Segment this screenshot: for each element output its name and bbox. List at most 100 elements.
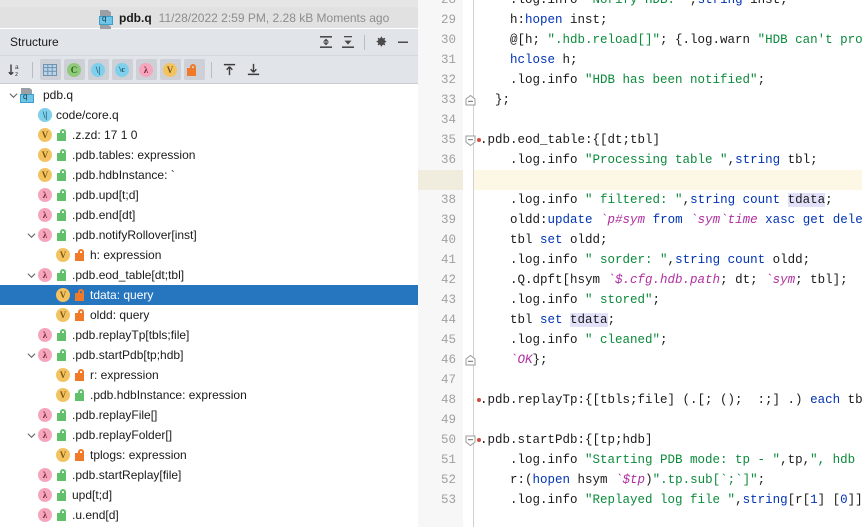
settings-button[interactable] (370, 31, 392, 53)
filter-variable-button[interactable]: V (159, 59, 181, 80)
chevron-down-icon[interactable] (24, 225, 38, 245)
tree-node[interactable]: Vh: expression (0, 245, 418, 265)
line-number[interactable]: 40 (418, 230, 456, 250)
code-line[interactable]: .log.info " cleaned"; (480, 330, 668, 350)
tree-node[interactable]: λ .pdb.replayFile[] (0, 405, 418, 425)
code-line[interactable]: .log.info " stored"; (480, 290, 660, 310)
line-number[interactable]: 47 (418, 370, 456, 390)
code-line[interactable]: oldd:update `p#sym from `sym`time xasc g… (480, 210, 862, 230)
line-number[interactable]: 44 (418, 310, 456, 330)
tree-node[interactable]: pdb.q (0, 85, 418, 105)
code-line[interactable]: .log.info "Processing table ",string tbl… (480, 150, 818, 170)
fold-start-icon[interactable] (464, 430, 477, 450)
tree-node[interactable]: V .z.zd: 17 1 0 (0, 125, 418, 145)
fold-end-icon[interactable] (464, 350, 477, 370)
code-line[interactable]: .log.info " sorder: ",string count oldd; (480, 250, 810, 270)
sort-alphabetically-button[interactable]: a z (5, 59, 26, 80)
line-number[interactable]: 32 (418, 70, 456, 90)
code-editor[interactable]: 2829303132333435363738394041424344454647… (418, 0, 862, 527)
line-number[interactable]: 48 (418, 390, 456, 410)
filter-tables-button[interactable] (39, 59, 61, 80)
tree-node[interactable]: λ .pdb.startPdb[tp;hdb] (0, 345, 418, 365)
lambda-badge-icon: λ (38, 228, 52, 242)
tree-node[interactable]: λ .pdb.replayTp[tbls;file] (0, 325, 418, 345)
code-line[interactable]: h:hopen inst; (480, 10, 608, 30)
structure-tree[interactable]: pdb.q \| code/core.q V .z.zd: 17 1 0 V .pdb.ta… (0, 84, 418, 527)
tree-node[interactable]: Vtdata: query (0, 285, 418, 305)
line-number[interactable]: 33 (418, 90, 456, 110)
filter-load-button[interactable]: \| (87, 59, 109, 80)
tree-node[interactable]: V .pdb.hdbInstance: ` (0, 165, 418, 185)
code-line[interactable]: .pdb.replayTp:{[tbls;file] (.[; (); :;] … (480, 390, 862, 410)
code-line[interactable]: .log.info " filtered: ",string count tda… (480, 190, 833, 210)
tree-node[interactable]: λ .pdb.startReplay[file] (0, 465, 418, 485)
code-line[interactable]: tbl set oldd; (480, 230, 608, 250)
line-number[interactable]: 35 (418, 130, 456, 150)
line-number[interactable]: 52 (418, 470, 456, 490)
tree-node[interactable]: λ .pdb.end[dt] (0, 205, 418, 225)
line-number[interactable]: 36 (418, 150, 456, 170)
editor-gutter[interactable]: 2829303132333435363738394041424344454647… (418, 0, 463, 527)
code-line[interactable]: }; (480, 90, 510, 110)
line-number[interactable]: 41 (418, 250, 456, 270)
tree-node[interactable]: λ .pdb.upd[t;d] (0, 185, 418, 205)
popup-file-row[interactable]: pdb.q 11/28/2022 2:59 PM, 2.28 kB Moment… (0, 7, 418, 28)
tree-node[interactable]: λ .pdb.eod_table[dt;tbl] (0, 265, 418, 285)
chevron-down-icon[interactable] (24, 425, 38, 445)
fold-start-icon[interactable] (464, 130, 477, 150)
code-line[interactable]: .log.info "Starting PDB mode: tp - ",tp,… (480, 450, 862, 470)
tree-node[interactable]: Voldd: query (0, 305, 418, 325)
tree-node[interactable]: λ .u.end[d] (0, 505, 418, 525)
chevron-down-icon[interactable] (24, 345, 38, 365)
code-line[interactable]: .log.info "Replayed log file ",string[r[… (480, 490, 862, 510)
tree-node[interactable]: Vtplogs: expression (0, 445, 418, 465)
code-line[interactable]: @[h; ".hdb.reload[]"; {.log.warn "HDB ca… (480, 30, 862, 50)
filter-context-button[interactable]: C (63, 59, 85, 80)
scroll-from-source-button[interactable] (219, 59, 240, 80)
chevron-down-icon[interactable] (24, 265, 38, 285)
line-number[interactable]: 49 (418, 410, 456, 430)
structure-header: Structure (0, 29, 418, 56)
code-line[interactable]: .Q.dpft[hsym `$.cfg.hdb.path; dt; `sym; … (480, 270, 848, 290)
scroll-to-source-button[interactable] (243, 59, 264, 80)
code-line[interactable]: `OK}; (480, 350, 548, 370)
chevron-down-icon[interactable] (6, 85, 20, 105)
expand-all-button[interactable] (315, 31, 337, 53)
line-number[interactable]: 34 (418, 110, 456, 130)
collapse-all-button[interactable] (337, 31, 359, 53)
filter-lambda-button[interactable]: λ (135, 59, 157, 80)
line-number[interactable]: 29 (418, 10, 456, 30)
tree-node[interactable]: λ .pdb.notifyRollover[inst] (0, 225, 418, 245)
code-line[interactable]: .log.info "Norify HDB: ",string inst; (480, 0, 788, 10)
code-line[interactable]: r:(hopen hsym `$tp)".tp.sub[`;`]"; (480, 470, 765, 490)
tree-node[interactable]: V .pdb.hdbInstance: expression (0, 385, 418, 405)
line-number[interactable]: 43 (418, 290, 456, 310)
code-line[interactable]: .pdb.startPdb:{[tp;hdb] (480, 430, 653, 450)
hide-button[interactable] (392, 31, 414, 53)
tree-node[interactable]: λ upd[t;d] (0, 485, 418, 505)
line-number[interactable]: 39 (418, 210, 456, 230)
line-number[interactable]: 28 (418, 0, 456, 10)
line-number[interactable]: 53 (418, 490, 456, 510)
line-number[interactable]: 51 (418, 450, 456, 470)
tree-node[interactable]: Vr: expression (0, 365, 418, 385)
v-badge-icon: V (56, 368, 70, 382)
line-number[interactable]: 42 (418, 270, 456, 290)
code-line[interactable]: .log.info "HDB has been notified"; (480, 70, 765, 90)
line-number[interactable]: 38 (418, 190, 456, 210)
line-number[interactable]: 31 (418, 50, 456, 70)
line-number[interactable]: 50 (418, 430, 456, 450)
tree-node[interactable]: V .pdb.tables: expression (0, 145, 418, 165)
code-line[interactable]: tbl set tdata; (480, 310, 615, 330)
code-line[interactable]: hclose h; (480, 50, 578, 70)
line-number[interactable]: 45 (418, 330, 456, 350)
tree-node[interactable]: \| code/core.q (0, 105, 418, 125)
tree-node[interactable]: λ .pdb.replayFolder[] (0, 425, 418, 445)
line-number[interactable]: 30 (418, 30, 456, 50)
filter-lc-button[interactable]: \c (111, 59, 133, 80)
fold-end-icon[interactable] (464, 90, 477, 110)
filter-private-button[interactable] (183, 59, 205, 80)
line-number[interactable]: 46 (418, 350, 456, 370)
tree-node-label: .pdb.end[dt] (72, 208, 136, 222)
code-line[interactable]: .pdb.eod_table:{[dt;tbl] (480, 130, 660, 150)
